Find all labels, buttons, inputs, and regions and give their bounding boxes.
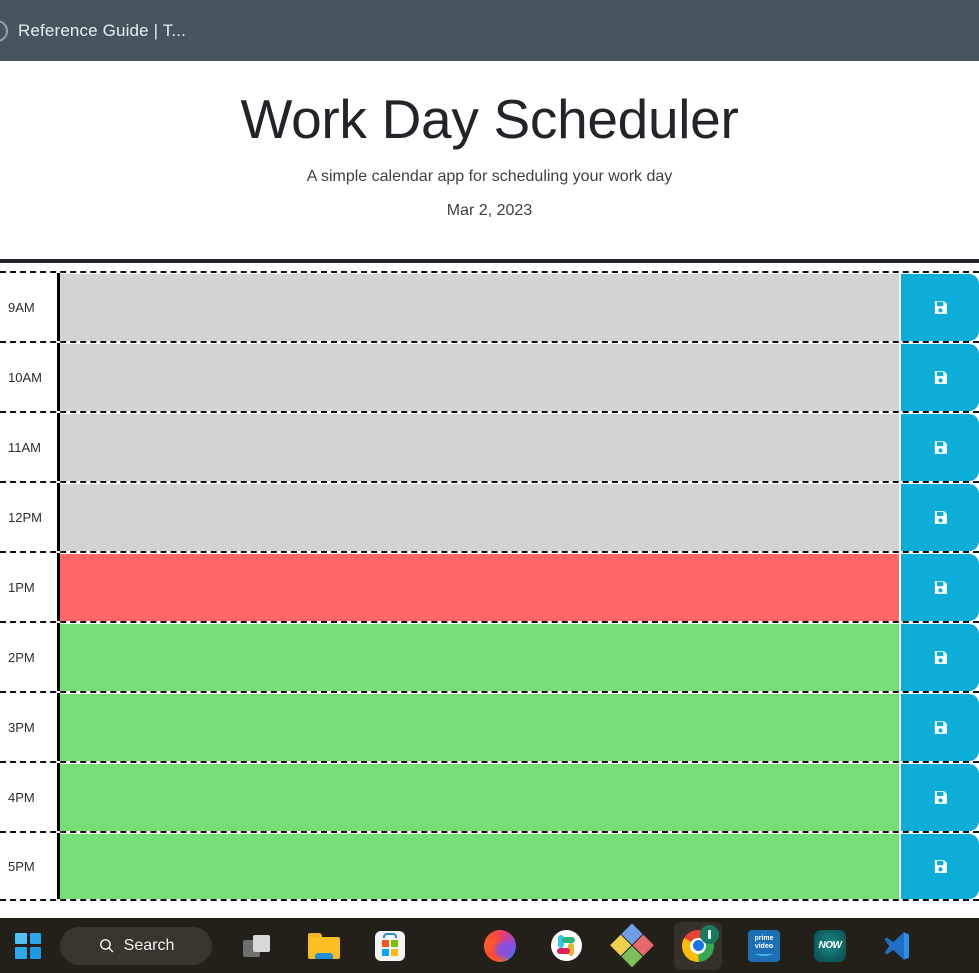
page-content: Work Day Scheduler A simple calendar app…	[0, 61, 979, 973]
task-view-button[interactable]	[234, 922, 282, 970]
page-header: Work Day Scheduler A simple calendar app…	[0, 61, 979, 220]
hour-label: 10AM	[0, 343, 60, 412]
event-description-input[interactable]	[60, 624, 899, 692]
time-block-10am: 10AM	[0, 341, 979, 412]
slack-icon	[550, 930, 582, 961]
save-floppy-icon	[934, 721, 947, 735]
slack-button[interactable]	[542, 922, 590, 970]
hour-label: 12PM	[0, 483, 60, 552]
event-description-input[interactable]	[60, 694, 899, 762]
microsoft-store-icon	[375, 930, 405, 961]
chrome-notification-badge	[700, 924, 719, 944]
header-divider	[0, 259, 979, 264]
save-button[interactable]	[901, 764, 979, 832]
hour-label: 3PM	[0, 693, 60, 762]
hour-label: 5PM	[0, 833, 60, 900]
google-chrome-button[interactable]	[674, 921, 722, 970]
hour-label: 4PM	[0, 763, 60, 832]
browser-tab-bar: Reference Guide | T...	[0, 0, 979, 61]
task-view-icon	[243, 934, 273, 958]
time-block-container: 9AM 10AM 11AM 12PM 1PM 2PM 3PM 4PM 5PM	[0, 271, 979, 902]
vs-code-button[interactable]	[872, 922, 920, 970]
time-block-3pm: 3PM	[0, 691, 979, 762]
diamond-app-icon	[608, 921, 656, 969]
time-block-4pm: 4PM	[0, 761, 979, 832]
file-explorer-button[interactable]	[300, 922, 348, 970]
start-button[interactable]	[4, 922, 52, 970]
hour-label: 2PM	[0, 623, 60, 692]
current-day-date: Mar 2, 2023	[446, 202, 533, 220]
time-block-2pm: 2PM	[0, 621, 979, 692]
firefox-button[interactable]	[476, 922, 524, 970]
taskbar-left-group: Search	[0, 922, 414, 970]
event-description-input[interactable]	[60, 414, 899, 482]
save-button[interactable]	[901, 414, 979, 482]
save-floppy-icon	[934, 441, 947, 455]
event-description-input[interactable]	[60, 834, 899, 900]
save-button[interactable]	[901, 834, 979, 900]
time-block-11am: 11AM	[0, 411, 979, 482]
save-floppy-icon	[934, 860, 947, 874]
now-tv-icon: NOW	[814, 929, 846, 962]
event-description-input[interactable]	[60, 554, 899, 622]
prime-video-line2: video	[754, 942, 774, 950]
browser-tab-title[interactable]: Reference Guide | T...	[18, 21, 186, 41]
google-chrome-icon	[682, 924, 719, 962]
windows-logo-icon	[15, 932, 41, 959]
event-description-input[interactable]	[60, 764, 899, 832]
save-floppy-icon	[934, 301, 947, 315]
time-block-12pm: 12PM	[0, 481, 979, 552]
save-floppy-icon	[934, 511, 947, 525]
firefox-icon	[484, 929, 516, 962]
event-description-input[interactable]	[60, 274, 899, 342]
page-favicon	[0, 19, 8, 42]
windows-taskbar: Search prime video NOW	[0, 918, 979, 973]
taskbar-search[interactable]: Search	[60, 926, 212, 965]
time-block-1pm: 1PM	[0, 551, 979, 622]
save-button[interactable]	[901, 274, 979, 342]
prime-video-line1: prime	[754, 935, 774, 942]
hour-label: 9AM	[0, 273, 60, 342]
save-button[interactable]	[901, 484, 979, 552]
save-button[interactable]	[901, 624, 979, 692]
vs-code-icon	[884, 931, 909, 960]
hour-label: 11AM	[0, 413, 60, 482]
save-floppy-icon	[934, 371, 947, 385]
diamond-app-button[interactable]	[608, 922, 656, 970]
save-floppy-icon	[934, 651, 947, 665]
save-floppy-icon	[934, 791, 947, 805]
save-button[interactable]	[901, 694, 979, 762]
save-floppy-icon	[934, 581, 947, 595]
time-block-9am: 9AM	[0, 271, 979, 342]
now-tv-button[interactable]: NOW	[806, 922, 854, 970]
prime-video-icon: prime video	[748, 929, 780, 962]
hour-label: 1PM	[0, 553, 60, 622]
page-title: Work Day Scheduler	[240, 88, 739, 150]
save-button[interactable]	[901, 344, 979, 412]
taskbar-app-group: prime video NOW	[476, 921, 920, 970]
prime-video-button[interactable]: prime video	[740, 922, 788, 970]
file-explorer-icon	[308, 932, 340, 959]
search-label: Search	[123, 936, 175, 954]
now-tv-label: NOW	[818, 940, 842, 951]
search-icon	[99, 939, 113, 953]
page-subtitle: A simple calendar app for scheduling you…	[306, 168, 673, 186]
time-block-5pm: 5PM	[0, 831, 979, 902]
microsoft-store-button[interactable]	[366, 922, 414, 970]
event-description-input[interactable]	[60, 484, 899, 552]
event-description-input[interactable]	[60, 344, 899, 412]
save-button[interactable]	[901, 554, 979, 622]
